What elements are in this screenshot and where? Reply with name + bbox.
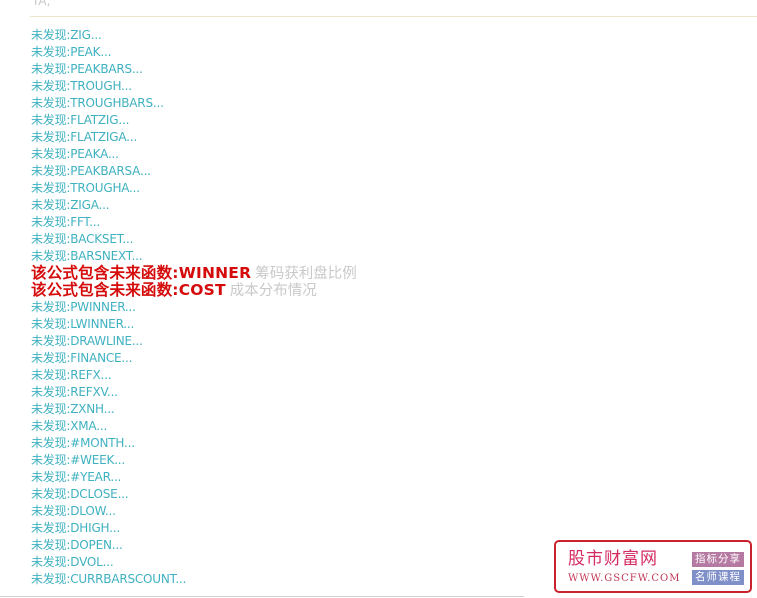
result-text: 未发现:TROUGHA... (31, 181, 140, 195)
check-result-item: 未发现:FLATZIG... (31, 112, 357, 129)
result-text: 未发现:FLATZIGA... (31, 130, 138, 144)
check-result-item: 未发现:DOPEN... (31, 537, 357, 554)
check-result-item: 未发现:CURRBARSCOUNT... (31, 571, 357, 588)
result-text: 未发现:XMA... (31, 419, 108, 433)
check-result-item: 未发现:DLOW... (31, 503, 357, 520)
result-text: 未发现:DRAWLINE... (31, 334, 143, 348)
result-text: 未发现:PEAKA... (31, 147, 119, 161)
result-text: 未发现:FLATZIG... (31, 113, 130, 127)
result-text: 未发现:LWINNER... (31, 317, 135, 331)
result-text: 未发现:ZXNH... (31, 402, 115, 416)
result-text: 未发现:FINANCE... (31, 351, 133, 365)
check-result-item: 未发现:DHIGH... (31, 520, 357, 537)
result-text: 未发现:DOPEN... (31, 538, 123, 552)
check-result-item: 未发现:FINANCE... (31, 350, 357, 367)
check-result-item: 未发现:PWINNER... (31, 299, 357, 316)
check-result-item: 未发现:REFX... (31, 367, 357, 384)
result-text: 未发现:#MONTH... (31, 436, 135, 450)
watermark-tag-courses: 名师课程 (692, 570, 744, 585)
watermark-tag-indicator-share: 指标分享 (692, 552, 744, 567)
future-function-warning: 该公式包含未来函数:WINNER 筹码获利盘比例 (31, 264, 357, 283)
result-text: 未发现:PWINNER... (31, 300, 136, 314)
result-text: 未发现:FFT... (31, 215, 100, 229)
check-result-item: 未发现:ZIG... (31, 27, 357, 44)
check-result-item: 未发现:#WEEK... (31, 452, 357, 469)
watermark-title: 股市财富网 (568, 549, 658, 569)
check-result-item: 未发现:TROUGHBARS... (31, 95, 357, 112)
bottom-divider (0, 596, 524, 597)
check-result-item: 未发现:TROUGH... (31, 78, 357, 95)
check-results-list: 未发现:ZIG... 未发现:PEAK... 未发现:PEAKBARS... 未发现:… (31, 27, 357, 588)
result-text: 未发现:REFXV... (31, 385, 118, 399)
result-text: 未发现:#YEAR... (31, 470, 122, 484)
check-result-item: 未发现:TROUGHA... (31, 180, 357, 197)
result-text: 未发现:DLOW... (31, 504, 116, 518)
warning-text: 该公式包含未来函数:COST (31, 281, 226, 299)
result-text: 未发现:PEAK... (31, 45, 112, 59)
check-result-item: 未发现:FFT... (31, 214, 357, 231)
result-text: 未发现:TROUGHBARS... (31, 96, 164, 110)
result-text: 未发现:ZIGA... (31, 198, 110, 212)
result-text: 未发现:BACKSET... (31, 232, 134, 246)
result-text: 未发现:BARSNEXT... (31, 249, 143, 263)
check-result-item: 未发现:PEAKBARSA... (31, 163, 357, 180)
result-text: 未发现:DVOL... (31, 555, 114, 569)
check-result-item: 未发现:PEAKA... (31, 146, 357, 163)
warning-description: 成本分布情况 (229, 283, 317, 299)
check-result-item: 未发现:#YEAR... (31, 469, 357, 486)
header-divider (30, 16, 757, 17)
check-result-item: 未发现:PEAKBARS... (31, 61, 357, 78)
result-text: 未发现:#WEEK... (31, 453, 126, 467)
check-result-item: 未发现:DVOL... (31, 554, 357, 571)
check-result-item: 未发现:BACKSET... (31, 231, 357, 248)
warning-text: 该公式包含未来函数:WINNER (31, 264, 252, 282)
check-result-item: 未发现:REFXV... (31, 384, 357, 401)
result-text: 未发现:PEAKBARSA... (31, 164, 151, 178)
result-text: 未发现:ZIG... (31, 28, 102, 42)
result-text: 未发现:TROUGH... (31, 79, 132, 93)
check-result-item: 未发现:BARSNEXT... (31, 248, 357, 265)
check-result-item: 未发现:ZXNH... (31, 401, 357, 418)
check-result-item: 未发现:DCLOSE... (31, 486, 357, 503)
warning-description: 筹码获利盘比例 (255, 266, 357, 282)
future-function-warning: 该公式包含未来函数:COST 成本分布情况 (31, 281, 357, 300)
check-result-item: 未发现:XMA... (31, 418, 357, 435)
site-watermark: 股市财富网 WWW.GSCFW.COM 指标分享 名师课程 (554, 540, 752, 593)
check-result-item: 未发现:DRAWLINE... (31, 333, 357, 350)
check-result-item: 未发现:#MONTH... (31, 435, 357, 452)
result-text: 未发现:PEAKBARS... (31, 62, 143, 76)
watermark-url: WWW.GSCFW.COM (568, 573, 681, 584)
result-text: 未发现:DHIGH... (31, 521, 121, 535)
check-result-item: 未发现:PEAK... (31, 44, 357, 61)
header-fragment: TA; (32, 0, 51, 8)
check-result-item: 未发现:FLATZIGA... (31, 129, 357, 146)
check-result-item: 未发现:ZIGA... (31, 197, 357, 214)
result-text: 未发现:CURRBARSCOUNT... (31, 572, 187, 586)
result-text: 未发现:DCLOSE... (31, 487, 129, 501)
result-text: 未发现:REFX... (31, 368, 112, 382)
check-result-item: 未发现:LWINNER... (31, 316, 357, 333)
